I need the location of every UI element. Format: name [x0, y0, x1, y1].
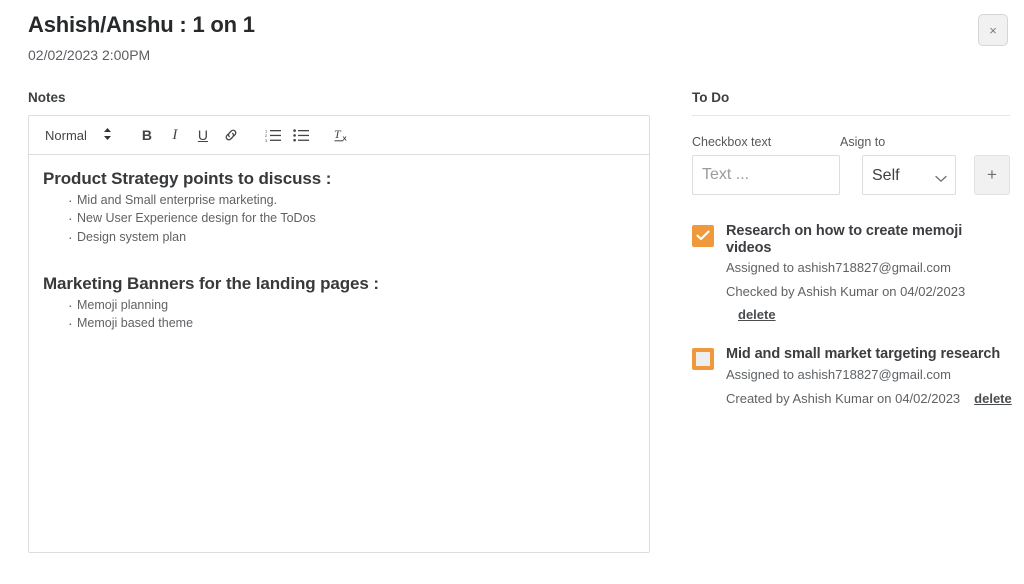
todo-item: Research on how to create memoji videos …: [692, 223, 1010, 322]
todo-list: Research on how to create memoji videos …: [692, 223, 1012, 407]
chevron-updown-icon: [103, 127, 112, 143]
italic-icon: I: [172, 126, 178, 143]
editor-toolbar: Normal B I U 1 2 3 T x: [29, 116, 649, 155]
checkbox-text-input[interactable]: [692, 155, 840, 195]
toolbar-gap-2: [316, 135, 330, 136]
notes-body[interactable]: Product Strategy points to discuss : Mid…: [29, 155, 649, 552]
italic-button[interactable]: I: [162, 122, 188, 148]
note-bullet-list: Mid and Small enterprise marketing. New …: [43, 190, 635, 247]
plus-icon: +: [987, 165, 997, 184]
note-block: Marketing Banners for the landing pages …: [43, 273, 635, 334]
ordered-list-icon: 1 2 3: [265, 128, 281, 142]
format-select-value: Normal: [45, 127, 87, 143]
todo-meta-row: Checked by Ashish Kumar on 04/02/2023 de…: [726, 284, 1010, 322]
todo-meta-row: Created by Ashish Kumar on 04/02/2023 de…: [726, 391, 1012, 407]
todo-delete-link[interactable]: delete: [738, 307, 776, 322]
check-icon: [696, 229, 710, 243]
todo-delete-link[interactable]: delete: [974, 391, 1012, 406]
meeting-datetime: 02/02/2023 2:00PM: [28, 47, 151, 63]
todo-label: To Do: [692, 90, 730, 105]
bullet-list-button[interactable]: [288, 122, 314, 148]
notes-section: Notes Normal B I U 1 2 3 T x Product Str…: [28, 90, 650, 553]
assign-to-field: Asign to Self: [840, 135, 956, 195]
link-button[interactable]: [218, 122, 244, 148]
assign-to-select[interactable]: Self: [862, 155, 956, 195]
ordered-list-button[interactable]: 1 2 3: [260, 122, 286, 148]
bold-icon: B: [141, 127, 152, 143]
note-bullet-item: Mid and Small enterprise marketing.: [68, 190, 635, 211]
assign-to-select-wrap: Self: [862, 155, 956, 195]
svg-text:3: 3: [265, 138, 268, 142]
todo-assigned: Assigned to ashish718827@gmail.com: [726, 260, 951, 276]
toolbar-gap: [246, 135, 260, 136]
todo-checkbox[interactable]: [692, 348, 714, 371]
notes-label: Notes: [28, 90, 66, 105]
add-todo-button[interactable]: +: [974, 155, 1010, 195]
note-bullet-item: Memoji planning: [68, 295, 635, 316]
bullet-list-icon: [293, 128, 309, 142]
note-bullet-item: New User Experience design for the ToDos: [68, 208, 635, 229]
svg-text:T: T: [334, 127, 342, 141]
underline-icon: U: [197, 127, 208, 143]
todo-section: To Do Checkbox text Asign to Self +: [692, 90, 1012, 430]
close-icon: ×: [989, 22, 997, 38]
link-icon: [223, 127, 239, 143]
todo-title: Research on how to create memoji videos: [726, 223, 963, 256]
note-heading: Marketing Banners for the landing pages …: [43, 273, 379, 293]
svg-text:x: x: [343, 134, 348, 143]
format-select[interactable]: Normal: [39, 127, 120, 143]
checkbox-text-field: Checkbox text: [692, 135, 840, 195]
bold-button[interactable]: B: [134, 122, 160, 148]
underline-button[interactable]: U: [190, 122, 216, 148]
checkbox-text-label: Checkbox text: [692, 135, 772, 149]
close-button[interactable]: ×: [978, 14, 1008, 46]
clear-formatting-icon: T x: [334, 127, 351, 143]
todo-body: Mid and small market targeting research …: [726, 346, 1012, 407]
note-bullet-item: Memoji based theme: [68, 313, 635, 334]
note-bullet-item: Design system plan: [68, 226, 635, 247]
note-block: Product Strategy points to discuss : Mid…: [43, 169, 635, 247]
todo-meta-text: Created by Ashish Kumar on 04/02/2023: [726, 391, 961, 407]
assign-to-label: Asign to: [840, 135, 886, 149]
todo-meta-text: Checked by Ashish Kumar on 04/02/2023: [726, 284, 966, 300]
note-heading: Product Strategy points to discuss :: [43, 169, 332, 188]
todo-body: Research on how to create memoji videos …: [726, 223, 1010, 322]
todo-checkbox[interactable]: [692, 225, 714, 247]
todo-title: Mid and small market targeting research: [726, 346, 1001, 363]
todo-item: Mid and small market targeting research …: [692, 346, 1012, 407]
page-title: Ashish/Anshu : 1 on 1: [28, 12, 255, 37]
notes-editor[interactable]: Normal B I U 1 2 3 T x Product Strategy …: [28, 115, 650, 553]
todo-form: Checkbox text Asign to Self +: [692, 135, 1010, 195]
todo-divider: [692, 115, 1010, 116]
note-bullet-list: Memoji planning Memoji based theme: [43, 295, 635, 334]
todo-assigned: Assigned to ashish718827@gmail.com: [726, 367, 951, 383]
clear-formatting-button[interactable]: T x: [330, 122, 356, 148]
